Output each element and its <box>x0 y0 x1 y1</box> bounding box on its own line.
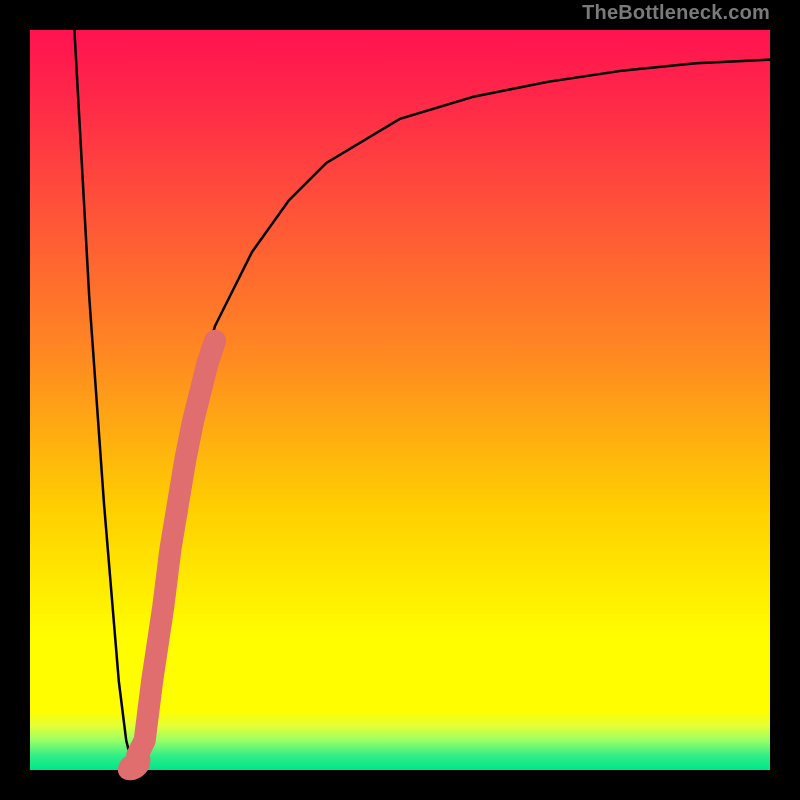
highlighted-segment <box>127 341 215 772</box>
watermark-text: TheBottleneck.com <box>582 2 770 25</box>
bottleneck-curve <box>74 30 770 770</box>
curve-svg <box>30 30 770 770</box>
bottleneck-curve-path <box>74 30 770 770</box>
plot-area <box>30 30 770 770</box>
highlight-stroke <box>137 341 215 755</box>
chart-frame: TheBottleneck.com <box>0 0 800 800</box>
